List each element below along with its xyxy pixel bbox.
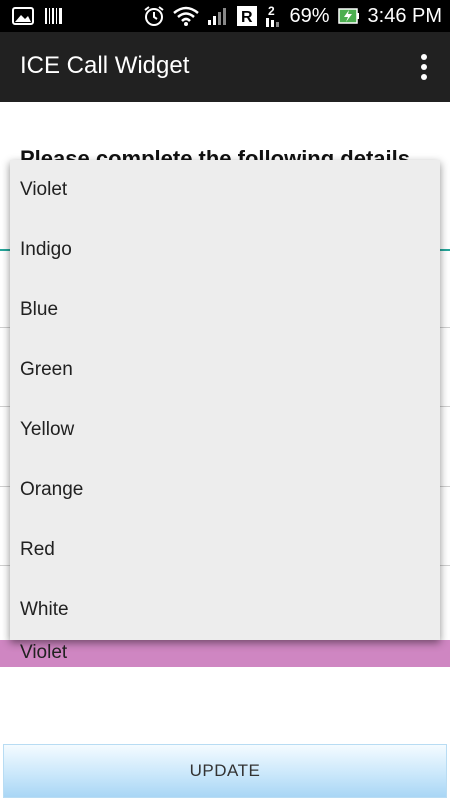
battery-charging-icon xyxy=(337,7,360,25)
roaming-r-icon: R xyxy=(237,6,258,26)
battery-percent: 69% xyxy=(289,4,330,27)
barcode-icon xyxy=(44,7,64,25)
dropdown-item-red[interactable]: Red xyxy=(10,520,440,580)
image-icon xyxy=(12,7,34,25)
dropdown-item-indigo[interactable]: Indigo xyxy=(10,220,440,280)
alarm-icon xyxy=(143,5,165,27)
sim2-icon: 2 xyxy=(265,4,281,28)
dropdown-item-blue[interactable]: Blue xyxy=(10,280,440,340)
wifi-icon xyxy=(173,6,200,26)
selected-color-label: Violet xyxy=(20,642,68,663)
svg-text:2: 2 xyxy=(268,4,275,18)
clock: 3:46 PM xyxy=(367,4,442,27)
dropdown-item-violet[interactable]: Violet xyxy=(10,160,440,220)
dropdown-item-yellow[interactable]: Yellow xyxy=(10,400,440,460)
dropdown-item-white[interactable]: White xyxy=(10,580,440,640)
app-title: ICE Call Widget xyxy=(20,52,190,79)
color-spinner-selected[interactable]: Violet xyxy=(0,640,450,667)
dropdown-item-green[interactable]: Green xyxy=(10,340,440,400)
color-dropdown-menu: Violet Indigo Blue Green Yellow Orange R… xyxy=(10,160,440,640)
more-vert-icon[interactable] xyxy=(418,52,430,82)
svg-text:R: R xyxy=(241,9,253,26)
update-button[interactable]: UPDATE xyxy=(3,744,447,798)
signal-icon xyxy=(207,6,229,26)
status-bar: R 2 69% 3:46 PM xyxy=(0,0,450,32)
app-bar: ICE Call Widget xyxy=(0,32,450,102)
dropdown-item-orange[interactable]: Orange xyxy=(10,460,440,520)
